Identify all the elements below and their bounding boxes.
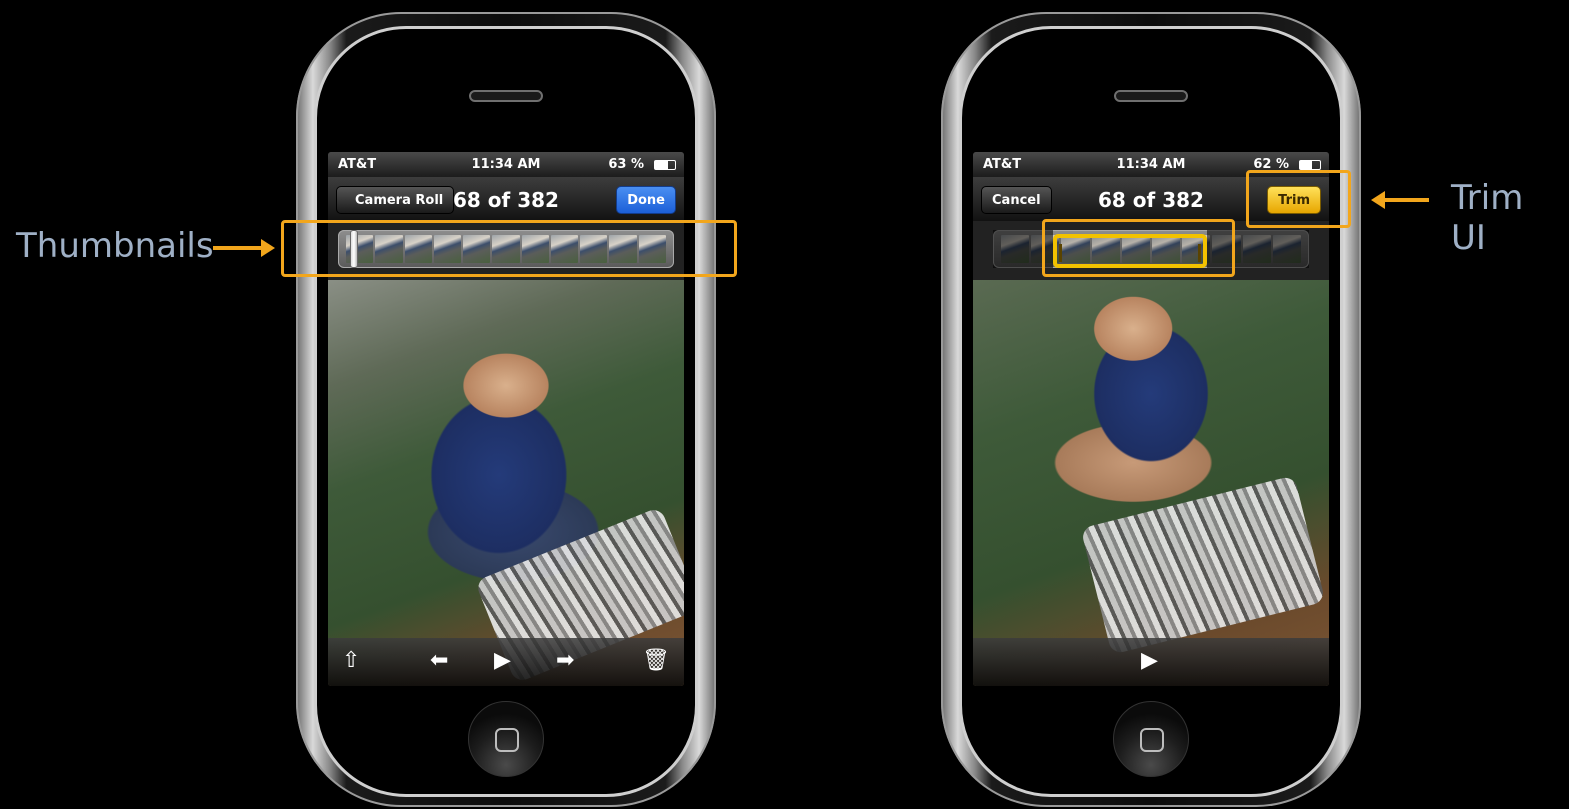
play-icon[interactable]: ▶ [494, 650, 511, 672]
iphone-left: AT&T 11:34 AM 63 % Camera Roll 68 of 382… [296, 12, 716, 807]
video-frame-image [328, 280, 684, 686]
thumbnails-arrow [213, 239, 275, 257]
home-square-icon [495, 728, 519, 752]
earpiece-speaker [469, 90, 543, 102]
trash-icon[interactable]: 🗑 [642, 650, 670, 672]
earpiece-speaker [1114, 90, 1188, 102]
home-button[interactable] [1113, 701, 1189, 777]
trim-annotation-label: Trim UI [1451, 178, 1524, 258]
playback-toolbar: ▶ [973, 638, 1329, 686]
previous-icon[interactable]: ⬅ [430, 650, 448, 672]
playback-toolbar: ⇧ ⬅ ▶ ➡ 🗑 [328, 638, 684, 686]
thumbnails-annotation-label: Thumbnails [16, 226, 214, 266]
iphone-right: AT&T 11:34 AM 62 % Cancel 68 of 382 Trim [941, 12, 1361, 807]
home-square-icon [1140, 728, 1164, 752]
trim-selection-callout-box [1042, 219, 1235, 277]
video-frame-image [973, 280, 1329, 686]
battery-icon [1299, 160, 1321, 170]
share-icon[interactable]: ⇧ [342, 650, 360, 672]
trim-button-callout-box [1246, 170, 1351, 228]
status-bar: AT&T 11:34 AM 63 % [328, 152, 684, 177]
thumbnails-callout-box [281, 220, 737, 277]
battery-icon [654, 160, 676, 170]
battery-percent: 63 % [608, 157, 644, 172]
next-icon[interactable]: ➡ [556, 650, 574, 672]
done-button[interactable]: Done [616, 186, 676, 214]
home-button[interactable] [468, 701, 544, 777]
play-icon[interactable]: ▶ [1141, 650, 1158, 672]
xylophone-image [1080, 475, 1326, 655]
navigation-bar: Camera Roll 68 of 382 Done [328, 177, 684, 221]
trim-arrow [1371, 191, 1429, 209]
